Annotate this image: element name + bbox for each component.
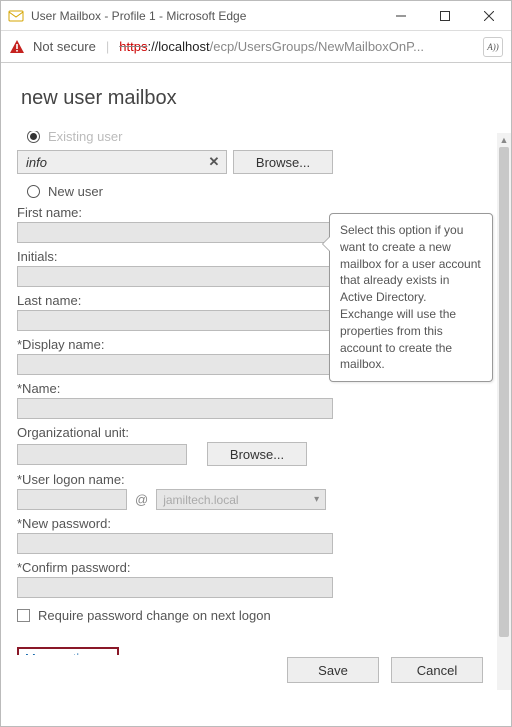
name-field[interactable] <box>17 398 333 419</box>
ou-field[interactable] <box>17 444 187 465</box>
initials-label: Initials: <box>17 249 333 264</box>
confirm-password-field[interactable] <box>17 577 333 598</box>
require-pw-change-row[interactable]: Require password change on next logon <box>17 608 333 623</box>
domain-select[interactable]: jamiltech.local ▾ <box>156 489 326 510</box>
address-separator: | <box>106 39 109 54</box>
page-title: new user mailbox <box>1 63 511 120</box>
logon-name-field[interactable] <box>17 489 127 510</box>
new-user-radio-row[interactable]: New user <box>27 184 333 199</box>
first-name-field[interactable] <box>17 222 333 243</box>
help-tooltip: Select this option if you want to create… <box>329 213 493 382</box>
cancel-button[interactable]: Cancel <box>391 657 483 683</box>
read-aloud-icon[interactable]: A)) <box>483 37 503 57</box>
window-title: User Mailbox - Profile 1 - Microsoft Edg… <box>31 9 379 23</box>
not-secure-label: Not secure <box>33 39 96 54</box>
name-label: *Name: <box>17 381 333 396</box>
at-sign: @ <box>135 492 148 507</box>
save-button[interactable]: Save <box>287 657 379 683</box>
confirm-password-label: *Confirm password: <box>17 560 333 575</box>
logon-label: *User logon name: <box>17 472 333 487</box>
not-secure-icon <box>9 39 25 55</box>
scroll-thumb[interactable] <box>499 147 509 637</box>
close-button[interactable] <box>467 1 511 31</box>
require-pw-change-checkbox[interactable] <box>17 609 30 622</box>
user-search-value: info <box>22 155 206 170</box>
vertical-scrollbar[interactable]: ▲ ▼ <box>497 133 511 690</box>
address-bar: Not secure | https://localhost/ecp/Users… <box>1 31 511 63</box>
browse-ou-button[interactable]: Browse... <box>207 442 307 466</box>
browse-user-button[interactable]: Browse... <box>233 150 333 174</box>
app-icon <box>7 7 25 25</box>
ou-label: Organizational unit: <box>17 425 333 440</box>
url-display[interactable]: https://localhost/ecp/UsersGroups/NewMai… <box>119 39 475 54</box>
existing-user-label: Existing user <box>48 131 122 144</box>
require-pw-change-label: Require password change on next logon <box>38 608 271 623</box>
last-name-label: Last name: <box>17 293 333 308</box>
last-name-field[interactable] <box>17 310 333 331</box>
scroll-up-arrow[interactable]: ▲ <box>497 133 511 147</box>
footer-buttons: Save Cancel <box>1 654 497 690</box>
window-titlebar: User Mailbox - Profile 1 - Microsoft Edg… <box>1 1 511 31</box>
display-name-label: *Display name: <box>17 337 333 352</box>
maximize-button[interactable] <box>423 1 467 31</box>
chevron-down-icon: ▾ <box>314 494 319 505</box>
minimize-button[interactable] <box>379 1 423 31</box>
new-user-radio[interactable] <box>27 185 40 198</box>
existing-user-radio[interactable] <box>27 131 40 143</box>
display-name-field[interactable] <box>17 354 333 375</box>
existing-user-radio-row[interactable]: Existing user <box>27 131 333 144</box>
new-password-label: *New password: <box>17 516 333 531</box>
page-body: new user mailbox Existing user info ✕ Br… <box>1 63 511 690</box>
first-name-label: First name: <box>17 205 333 220</box>
initials-field[interactable] <box>17 266 333 287</box>
clear-icon[interactable]: ✕ <box>206 154 222 170</box>
new-user-label: New user <box>48 184 103 199</box>
domain-selected: jamiltech.local <box>163 493 238 507</box>
user-search-input[interactable]: info ✕ <box>17 150 227 174</box>
new-password-field[interactable] <box>17 533 333 554</box>
form-area: Existing user info ✕ Browse... New user … <box>17 131 333 655</box>
